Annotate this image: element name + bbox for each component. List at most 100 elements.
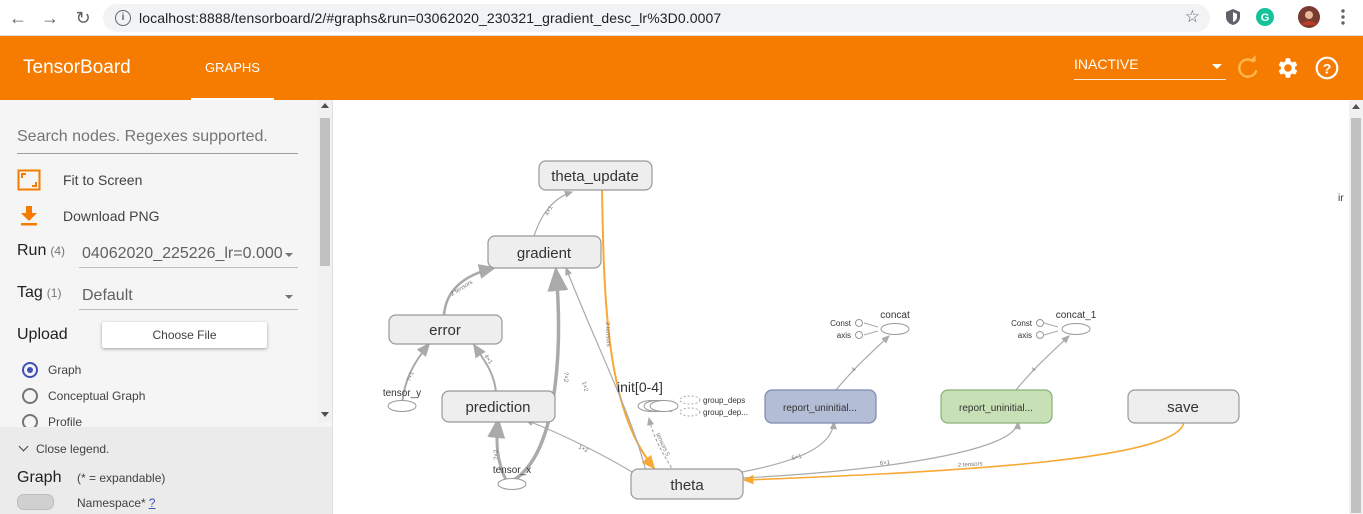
tag-label-text: Tag <box>17 284 43 301</box>
node-group-deps[interactable]: group_deps group_dep... <box>679 395 748 417</box>
edge-label-y-error: ?×1 <box>406 370 416 382</box>
download-png-button[interactable]: Download PNG <box>17 204 217 228</box>
edge-const1-concat1 <box>1043 322 1059 328</box>
edge-axis-concat <box>863 330 879 336</box>
edge-report2-concat <box>1015 335 1070 391</box>
edge-axis1-concat1 <box>1043 330 1059 336</box>
legend-subtitle: (* = expandable) <box>77 471 166 485</box>
upload-label: Upload <box>17 326 68 343</box>
svg-text:Const: Const <box>830 319 852 328</box>
node-error[interactable]: error <box>388 314 503 345</box>
graph-edges <box>401 189 1185 485</box>
node-save[interactable]: save <box>1127 389 1240 424</box>
node-gradient[interactable]: gradient <box>487 235 602 269</box>
scroll-up-arrow-icon[interactable] <box>1352 104 1360 109</box>
run-select[interactable]: 04062020_225226_lr=0.000 <box>79 240 298 268</box>
edge-theta-report1 <box>741 420 837 473</box>
node-theta-update[interactable]: theta_update <box>538 160 653 191</box>
help-icon[interactable]: ? <box>1314 55 1340 81</box>
tag-count: (1) <box>46 286 62 300</box>
run-value: 04062020_225226_lr=0.000 <box>82 245 283 262</box>
edge-report1-concat <box>835 335 890 391</box>
svg-text:group_deps: group_deps <box>703 396 745 405</box>
profile-avatar[interactable] <box>1298 6 1320 28</box>
shield-extension-icon[interactable] <box>1224 8 1242 26</box>
svg-text:G: G <box>1261 12 1270 24</box>
close-legend-toggle[interactable]: Close legend. <box>18 441 110 456</box>
main-scrollbar[interactable] <box>1349 100 1363 514</box>
svg-text:init[0-4]: init[0-4] <box>617 379 663 395</box>
address-bar[interactable]: i localhost:8888/tensorboard/2/#graphs&r… <box>103 4 1210 32</box>
refresh-icon[interactable] <box>1235 55 1261 81</box>
radio-graph-label[interactable]: Graph <box>48 363 81 377</box>
node-report-uninitialized-1[interactable]: report_uninitial... <box>764 389 877 424</box>
chevron-down-icon <box>1212 64 1222 69</box>
scroll-thumb[interactable] <box>1351 118 1361 513</box>
svg-text:theta: theta <box>670 477 704 494</box>
svg-text:concat: concat <box>880 310 910 321</box>
edge-label-theta-report2: 6×1 <box>880 460 891 467</box>
reload-icon[interactable]: ↻ <box>71 6 95 30</box>
svg-text:prediction: prediction <box>465 399 530 416</box>
sidebar-scrollbar[interactable] <box>318 100 332 422</box>
url-text[interactable]: localhost:8888/tensorboard/2/#graphs&run… <box>139 10 721 26</box>
svg-text:theta_update: theta_update <box>551 168 639 185</box>
edge-const-concat <box>863 322 879 328</box>
fit-screen-icon <box>17 169 41 191</box>
node-concat-1[interactable]: concat_1 Const axis <box>1011 310 1097 340</box>
edge-label-theta-pred: 1×2 <box>577 444 589 454</box>
choose-file-button[interactable]: Choose File <box>102 322 267 348</box>
edge-label-theta-report1: 6×1 <box>791 454 803 462</box>
run-label: Run (4) <box>17 242 65 260</box>
scroll-down-arrow-icon[interactable] <box>321 412 329 417</box>
radio-conceptual-graph-label[interactable]: Conceptual Graph <box>48 389 145 403</box>
svg-text:gradient: gradient <box>517 245 572 262</box>
svg-text:report_uninitial...: report_uninitial... <box>783 403 857 414</box>
tag-label: Tag (1) <box>17 284 61 302</box>
svg-text:axis: axis <box>1018 331 1032 340</box>
node-init[interactable]: init[0-4] <box>617 379 679 412</box>
svg-text:Const: Const <box>1011 319 1033 328</box>
scroll-thumb[interactable] <box>320 118 330 266</box>
namespace-legend-item: Namespace*? <box>77 496 155 510</box>
status-dropdown[interactable]: INACTIVE <box>1074 56 1226 80</box>
namespace-label: Namespace* <box>77 496 146 510</box>
node-prediction[interactable]: prediction <box>441 390 556 423</box>
kebab-menu-icon[interactable] <box>1334 8 1352 26</box>
node-report-uninitialized-2[interactable]: report_uninitial... <box>940 389 1053 424</box>
info-icon[interactable]: i <box>115 10 131 26</box>
namespace-shape-icon <box>17 494 54 510</box>
grammarly-icon[interactable]: G <box>1256 8 1274 26</box>
search-input[interactable]: Search nodes. Regexes supported. <box>17 128 298 154</box>
edge-label-init-theta: tensors 5 <box>654 432 670 458</box>
edge-x-gradient <box>513 266 569 482</box>
namespace-help-link[interactable]: ? <box>149 496 156 510</box>
fit-to-screen-button[interactable]: Fit to Screen <box>17 168 217 192</box>
graph-svg[interactable]: 4×1 2 tensors 2 tensors 4×1 ?×1 ?×2 ?×2 … <box>334 100 1349 514</box>
forward-arrow-icon[interactable]: → <box>38 6 62 30</box>
node-tensor-x[interactable]: tensor_x <box>493 465 531 490</box>
svg-text:axis: axis <box>837 331 851 340</box>
settings-gear-icon[interactable] <box>1274 55 1300 81</box>
tag-select[interactable]: Default <box>79 282 298 310</box>
sidebar: Search nodes. Regexes supported. Fit to … <box>0 100 333 514</box>
svg-text:tensor_y: tensor_y <box>383 388 421 399</box>
run-count: (4) <box>50 244 66 258</box>
edge-gradient-update <box>533 190 574 237</box>
graph-canvas[interactable]: 4×1 2 tensors 2 tensors 4×1 ?×1 ?×2 ?×2 … <box>334 100 1349 514</box>
chevron-down-icon <box>18 441 29 452</box>
node-theta[interactable]: theta <box>630 468 744 500</box>
run-label-text: Run <box>17 242 47 259</box>
graph-nodes[interactable]: theta_update gradient error prediction t… <box>383 160 1240 500</box>
radio-conceptual-graph[interactable] <box>22 388 38 404</box>
scroll-up-arrow-icon[interactable] <box>321 103 329 108</box>
bookmark-star-icon[interactable]: ☆ <box>1185 7 1200 27</box>
browser-toolbar: ← → ↻ i localhost:8888/tensorboard/2/#gr… <box>0 0 1363 36</box>
edge-pred-error <box>472 343 497 393</box>
back-arrow-icon[interactable]: ← <box>6 6 30 30</box>
radio-graph[interactable] <box>22 362 38 378</box>
tab-graphs[interactable]: GRAPHS <box>191 36 274 100</box>
edge-label-theta-gradient: 1×2 <box>580 381 589 393</box>
download-png-label: Download PNG <box>63 208 160 224</box>
close-legend-label: Close legend. <box>36 442 110 456</box>
